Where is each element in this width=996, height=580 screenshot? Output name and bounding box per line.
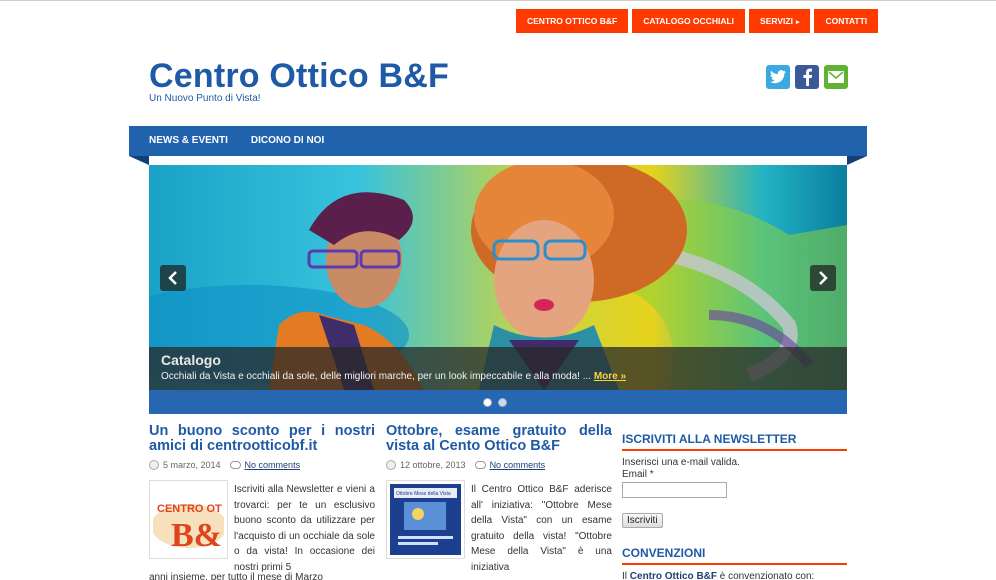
slider-prev-button[interactable] xyxy=(160,265,186,291)
slide-caption-title: Catalogo xyxy=(161,352,221,368)
facebook-icon[interactable] xyxy=(795,65,819,89)
post-date: 12 ottobre, 2013 xyxy=(400,460,466,470)
nav-item-news-eventi[interactable]: NEWS & EVENTI xyxy=(149,126,228,156)
sidebar: ISCRIVITI ALLA NEWSLETTER Inserisci una … xyxy=(622,432,847,580)
top-nav: CENTRO OTTICO B&F CATALOGO OCCHIALI SERV… xyxy=(516,9,879,33)
slider-next-button[interactable] xyxy=(810,265,836,291)
post-thumb-text: CENTRO OT xyxy=(157,503,222,515)
email-label: Email * xyxy=(622,469,654,480)
main-nav: NEWS & EVENTI DICONO DI NOI xyxy=(129,126,867,165)
slide-caption-text-wrapper: Occhiali da Vista e occhiali da sole, de… xyxy=(161,371,626,382)
post-thumbnail[interactable]: Ottobre Mese della Vista xyxy=(386,480,465,559)
slide-more-link[interactable]: More » xyxy=(594,371,626,382)
post-comments-link[interactable]: No comments xyxy=(245,460,301,470)
post-title-link[interactable]: Ottobre, esame gratuito della vista al C… xyxy=(386,423,612,454)
image-slider: Catalogo Occhiali da Vista e occhiali da… xyxy=(149,165,847,414)
email-field[interactable] xyxy=(622,482,727,498)
convenzioni-widget: CONVENZIONI Il Centro Ottico B&F è conve… xyxy=(622,546,847,580)
top-nav-label: CONTATTI xyxy=(825,16,868,26)
convenzioni-text-pre: Il xyxy=(622,571,630,580)
svg-text:B&: B& xyxy=(171,517,222,554)
nav-item-dicono-di-noi[interactable]: DICONO DI NOI xyxy=(251,126,324,156)
nav-ribbon-fold xyxy=(847,156,867,165)
site-tagline: Un Nuovo Punto di Vista! xyxy=(149,93,261,104)
slide-caption: Catalogo Occhiali da Vista e occhiali da… xyxy=(149,347,847,390)
post-excerpt-continued: anni insieme, per tutto il mese di Marzo xyxy=(149,572,323,580)
top-nav-catalogo-occhiali[interactable]: CATALOGO OCCHIALI xyxy=(632,9,746,33)
post-item: Un buono sconto per i nostri amici di ce… xyxy=(149,423,375,580)
comment-icon xyxy=(474,461,486,469)
post-item: Ottobre, esame gratuito della vista al C… xyxy=(386,423,612,573)
post-meta: 12 ottobre, 2013 No comments xyxy=(386,460,612,470)
post-title-link[interactable]: Un buono sconto per i nostri amici di ce… xyxy=(149,423,375,454)
chevron-left-icon xyxy=(168,271,177,285)
social-icons xyxy=(766,65,848,89)
slide-image[interactable]: Catalogo Occhiali da Vista e occhiali da… xyxy=(149,165,847,390)
widget-title: ISCRIVITI ALLA NEWSLETTER xyxy=(622,432,847,451)
top-nav-label: CENTRO OTTICO B&F xyxy=(527,16,618,26)
clock-icon xyxy=(149,460,159,470)
top-nav-contatti[interactable]: CONTATTI xyxy=(814,9,879,33)
newsletter-widget: ISCRIVITI ALLA NEWSLETTER Inserisci una … xyxy=(622,432,847,528)
top-nav-label: SERVIZI xyxy=(760,16,793,26)
top-nav-label: CATALOGO OCCHIALI xyxy=(643,16,735,26)
twitter-icon[interactable] xyxy=(766,65,790,89)
email-icon[interactable] xyxy=(824,65,848,89)
post-excerpt: Iscriviti alla Newsletter e vieni a trov… xyxy=(234,484,375,573)
convenzioni-text-post: è convenzionato con: xyxy=(717,571,815,580)
post-date: 5 marzo, 2014 xyxy=(163,460,221,470)
site-title[interactable]: Centro Ottico B&F xyxy=(149,58,449,94)
top-nav-centro-ottico[interactable]: CENTRO OTTICO B&F xyxy=(516,9,629,33)
slide-caption-text: Occhiali da Vista e occhiali da sole, de… xyxy=(161,371,592,382)
post-thumbnail[interactable]: CENTRO OT B& xyxy=(149,480,228,559)
convenzioni-text-strong: Centro Ottico B&F xyxy=(629,571,717,580)
chevron-right-icon xyxy=(819,271,828,285)
post-thumb-text: Ottobre Mese della Vista xyxy=(396,491,451,497)
comment-icon xyxy=(229,461,241,469)
slider-dot-2[interactable] xyxy=(498,398,507,407)
post-meta: 5 marzo, 2014 No comments xyxy=(149,460,375,470)
widget-title: CONVENZIONI xyxy=(622,546,847,565)
top-border xyxy=(0,0,996,1)
post-excerpt: Il Centro Ottico B&F aderisce all' inizi… xyxy=(471,484,612,573)
subscribe-button[interactable]: Iscriviti xyxy=(622,513,663,528)
newsletter-instruction: Inserisci una e-mail valida. xyxy=(622,457,740,468)
caret-right-icon: ▸ xyxy=(795,19,800,26)
convenzioni-text: Il Centro Ottico B&F è convenzionato con… xyxy=(622,571,847,580)
post-comments-link[interactable]: No comments xyxy=(490,460,546,470)
clock-icon xyxy=(386,460,396,470)
slider-dots xyxy=(483,398,507,407)
top-nav-servizi[interactable]: SERVIZI ▸ xyxy=(749,9,811,33)
nav-ribbon-fold xyxy=(129,156,149,165)
slider-dot-1[interactable] xyxy=(483,398,492,407)
